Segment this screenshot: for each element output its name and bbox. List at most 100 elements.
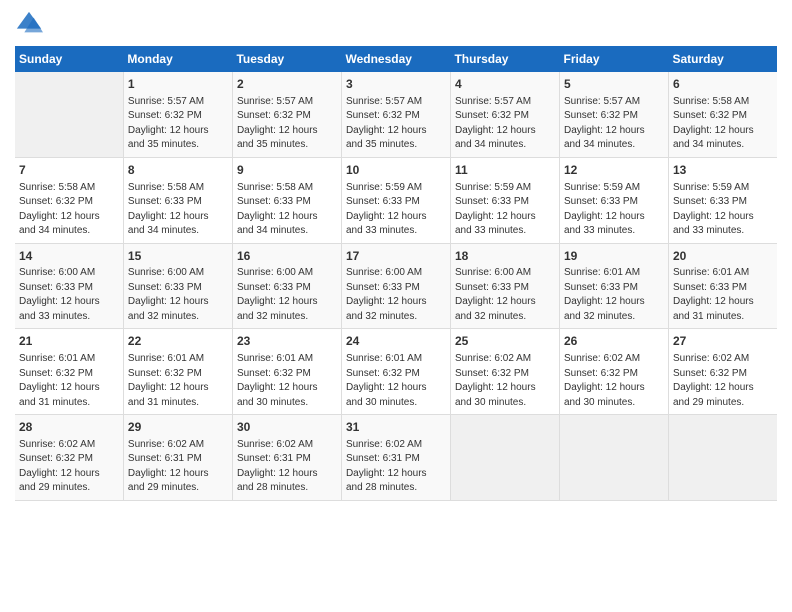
header-day-monday: Monday bbox=[123, 46, 232, 72]
day-number: 26 bbox=[564, 333, 664, 350]
cell-content: Sunrise: 5:57 AM Sunset: 6:32 PM Dayligh… bbox=[128, 95, 228, 153]
calendar-table: SundayMondayTuesdayWednesdayThursdayFrid… bbox=[15, 46, 777, 501]
cell-content: Sunrise: 6:01 AM Sunset: 6:32 PM Dayligh… bbox=[19, 352, 119, 410]
cell-content: Sunrise: 6:00 AM Sunset: 6:33 PM Dayligh… bbox=[128, 266, 228, 324]
day-number: 29 bbox=[128, 419, 228, 436]
cell-content: Sunrise: 6:00 AM Sunset: 6:33 PM Dayligh… bbox=[455, 266, 555, 324]
day-number: 10 bbox=[346, 162, 446, 179]
calendar-cell: 27Sunrise: 6:02 AM Sunset: 6:32 PM Dayli… bbox=[669, 329, 778, 415]
cell-content: Sunrise: 6:00 AM Sunset: 6:33 PM Dayligh… bbox=[237, 266, 337, 324]
day-number: 30 bbox=[237, 419, 337, 436]
calendar-cell: 14Sunrise: 6:00 AM Sunset: 6:33 PM Dayli… bbox=[15, 243, 123, 329]
day-number: 8 bbox=[128, 162, 228, 179]
cell-content: Sunrise: 5:59 AM Sunset: 6:33 PM Dayligh… bbox=[564, 181, 664, 239]
calendar-cell bbox=[450, 415, 559, 501]
cell-content: Sunrise: 5:58 AM Sunset: 6:33 PM Dayligh… bbox=[128, 181, 228, 239]
cell-content: Sunrise: 5:58 AM Sunset: 6:33 PM Dayligh… bbox=[237, 181, 337, 239]
header bbox=[15, 10, 777, 38]
day-number: 31 bbox=[346, 419, 446, 436]
cell-content: Sunrise: 6:01 AM Sunset: 6:32 PM Dayligh… bbox=[346, 352, 446, 410]
cell-content: Sunrise: 6:00 AM Sunset: 6:33 PM Dayligh… bbox=[346, 266, 446, 324]
week-row-4: 21 Sunrise: 6:01 AM Sunset: 6:32 PM Dayli… bbox=[15, 329, 777, 415]
cell-content: Sunrise: 5:59 AM Sunset: 6:33 PM Dayligh… bbox=[455, 181, 555, 239]
calendar-cell: 10Sunrise: 5:59 AM Sunset: 6:33 PM Dayli… bbox=[341, 157, 450, 243]
cell-content: Sunrise: 6:01 AM Sunset: 6:33 PM Dayligh… bbox=[564, 266, 664, 324]
calendar-cell: 11 Sunrise: 5:59 AM Sunset: 6:33 PM Dayli… bbox=[450, 157, 559, 243]
day-number: 13 bbox=[673, 162, 773, 179]
day-number: 28 bbox=[19, 419, 119, 436]
day-number: 3 bbox=[346, 76, 446, 93]
day-number: 2 bbox=[237, 76, 337, 93]
day-number: 5 bbox=[564, 76, 664, 93]
page-container: SundayMondayTuesdayWednesdayThursdayFrid… bbox=[0, 0, 792, 511]
header-day-friday: Friday bbox=[559, 46, 668, 72]
week-row-3: 14 Sunrise: 6:00 AM Sunset: 6:33 PM Dayli… bbox=[15, 243, 777, 329]
calendar-cell: 1 Sunrise: 5:57 AM Sunset: 6:32 PM Daylig… bbox=[123, 72, 232, 157]
day-number: 15 bbox=[128, 248, 228, 265]
calendar-cell: 17Sunrise: 6:00 AM Sunset: 6:33 PM Dayli… bbox=[341, 243, 450, 329]
day-number: 24 bbox=[346, 333, 446, 350]
cell-content: Sunrise: 6:02 AM Sunset: 6:31 PM Dayligh… bbox=[346, 438, 446, 496]
calendar-cell: 12 Sunrise: 5:59 AM Sunset: 6:33 PM Dayli… bbox=[559, 157, 668, 243]
day-number: 25 bbox=[455, 333, 555, 350]
cell-content: Sunrise: 5:59 AM Sunset: 6:33 PM Dayligh… bbox=[673, 181, 773, 239]
day-number: 7 bbox=[19, 162, 119, 179]
cell-content: Sunrise: 6:02 AM Sunset: 6:32 PM Dayligh… bbox=[564, 352, 664, 410]
calendar-cell: 29 Sunrise: 6:02 AM Sunset: 6:31 PM Dayli… bbox=[123, 415, 232, 501]
header-day-saturday: Saturday bbox=[669, 46, 778, 72]
week-row-1: 1 Sunrise: 5:57 AM Sunset: 6:32 PM Daylig… bbox=[15, 72, 777, 157]
calendar-cell: 7 Sunrise: 5:58 AM Sunset: 6:32 PM Daylig… bbox=[15, 157, 123, 243]
cell-content: Sunrise: 6:01 AM Sunset: 6:33 PM Dayligh… bbox=[673, 266, 773, 324]
week-row-2: 7 Sunrise: 5:58 AM Sunset: 6:32 PM Daylig… bbox=[15, 157, 777, 243]
calendar-cell: 24 Sunrise: 6:01 AM Sunset: 6:32 PM Dayli… bbox=[341, 329, 450, 415]
calendar-cell: 20Sunrise: 6:01 AM Sunset: 6:33 PM Dayli… bbox=[669, 243, 778, 329]
day-number: 17 bbox=[346, 248, 446, 265]
calendar-cell: 30 Sunrise: 6:02 AM Sunset: 6:31 PM Dayli… bbox=[232, 415, 341, 501]
cell-content: Sunrise: 5:58 AM Sunset: 6:32 PM Dayligh… bbox=[673, 95, 773, 153]
cell-content: Sunrise: 6:02 AM Sunset: 6:32 PM Dayligh… bbox=[455, 352, 555, 410]
calendar-cell bbox=[669, 415, 778, 501]
cell-content: Sunrise: 6:01 AM Sunset: 6:32 PM Dayligh… bbox=[237, 352, 337, 410]
cell-content: Sunrise: 5:57 AM Sunset: 6:32 PM Dayligh… bbox=[237, 95, 337, 153]
day-number: 6 bbox=[673, 76, 773, 93]
calendar-cell: 19Sunrise: 6:01 AM Sunset: 6:33 PM Dayli… bbox=[559, 243, 668, 329]
day-number: 20 bbox=[673, 248, 773, 265]
calendar-cell: 13 Sunrise: 5:59 AM Sunset: 6:33 PM Dayli… bbox=[669, 157, 778, 243]
day-number: 14 bbox=[19, 248, 119, 265]
day-number: 21 bbox=[19, 333, 119, 350]
calendar-cell: 21 Sunrise: 6:01 AM Sunset: 6:32 PM Dayli… bbox=[15, 329, 123, 415]
calendar-cell: 16Sunrise: 6:00 AM Sunset: 6:33 PM Dayli… bbox=[232, 243, 341, 329]
calendar-cell: 26 Sunrise: 6:02 AM Sunset: 6:32 PM Dayli… bbox=[559, 329, 668, 415]
cell-content: Sunrise: 6:02 AM Sunset: 6:32 PM Dayligh… bbox=[673, 352, 773, 410]
calendar-cell bbox=[15, 72, 123, 157]
cell-content: Sunrise: 5:57 AM Sunset: 6:32 PM Dayligh… bbox=[564, 95, 664, 153]
day-number: 19 bbox=[564, 248, 664, 265]
cell-content: Sunrise: 5:58 AM Sunset: 6:32 PM Dayligh… bbox=[19, 181, 119, 239]
calendar-cell: 4Sunrise: 5:57 AM Sunset: 6:32 PM Daylig… bbox=[450, 72, 559, 157]
calendar-cell: 6 Sunrise: 5:58 AM Sunset: 6:32 PM Daylig… bbox=[669, 72, 778, 157]
header-day-thursday: Thursday bbox=[450, 46, 559, 72]
cell-content: Sunrise: 5:57 AM Sunset: 6:32 PM Dayligh… bbox=[346, 95, 446, 153]
calendar-cell: 8 Sunrise: 5:58 AM Sunset: 6:33 PM Daylig… bbox=[123, 157, 232, 243]
day-number: 11 bbox=[455, 162, 555, 179]
calendar-cell: 2 Sunrise: 5:57 AM Sunset: 6:32 PM Daylig… bbox=[232, 72, 341, 157]
calendar-cell: 9Sunrise: 5:58 AM Sunset: 6:33 PM Daylig… bbox=[232, 157, 341, 243]
week-row-5: 28 Sunrise: 6:02 AM Sunset: 6:32 PM Dayli… bbox=[15, 415, 777, 501]
day-number: 4 bbox=[455, 76, 555, 93]
day-number: 12 bbox=[564, 162, 664, 179]
day-number: 16 bbox=[237, 248, 337, 265]
logo-icon bbox=[15, 10, 43, 38]
header-day-wednesday: Wednesday bbox=[341, 46, 450, 72]
calendar-cell: 18Sunrise: 6:00 AM Sunset: 6:33 PM Dayli… bbox=[450, 243, 559, 329]
calendar-cell: 15Sunrise: 6:00 AM Sunset: 6:33 PM Dayli… bbox=[123, 243, 232, 329]
logo bbox=[15, 10, 47, 38]
cell-content: Sunrise: 6:02 AM Sunset: 6:31 PM Dayligh… bbox=[237, 438, 337, 496]
cell-content: Sunrise: 6:02 AM Sunset: 6:32 PM Dayligh… bbox=[19, 438, 119, 496]
cell-content: Sunrise: 6:02 AM Sunset: 6:31 PM Dayligh… bbox=[128, 438, 228, 496]
calendar-cell bbox=[559, 415, 668, 501]
day-number: 1 bbox=[128, 76, 228, 93]
calendar-cell: 22Sunrise: 6:01 AM Sunset: 6:32 PM Dayli… bbox=[123, 329, 232, 415]
calendar-cell: 25 Sunrise: 6:02 AM Sunset: 6:32 PM Dayli… bbox=[450, 329, 559, 415]
header-day-tuesday: Tuesday bbox=[232, 46, 341, 72]
calendar-cell: 3 Sunrise: 5:57 AM Sunset: 6:32 PM Daylig… bbox=[341, 72, 450, 157]
